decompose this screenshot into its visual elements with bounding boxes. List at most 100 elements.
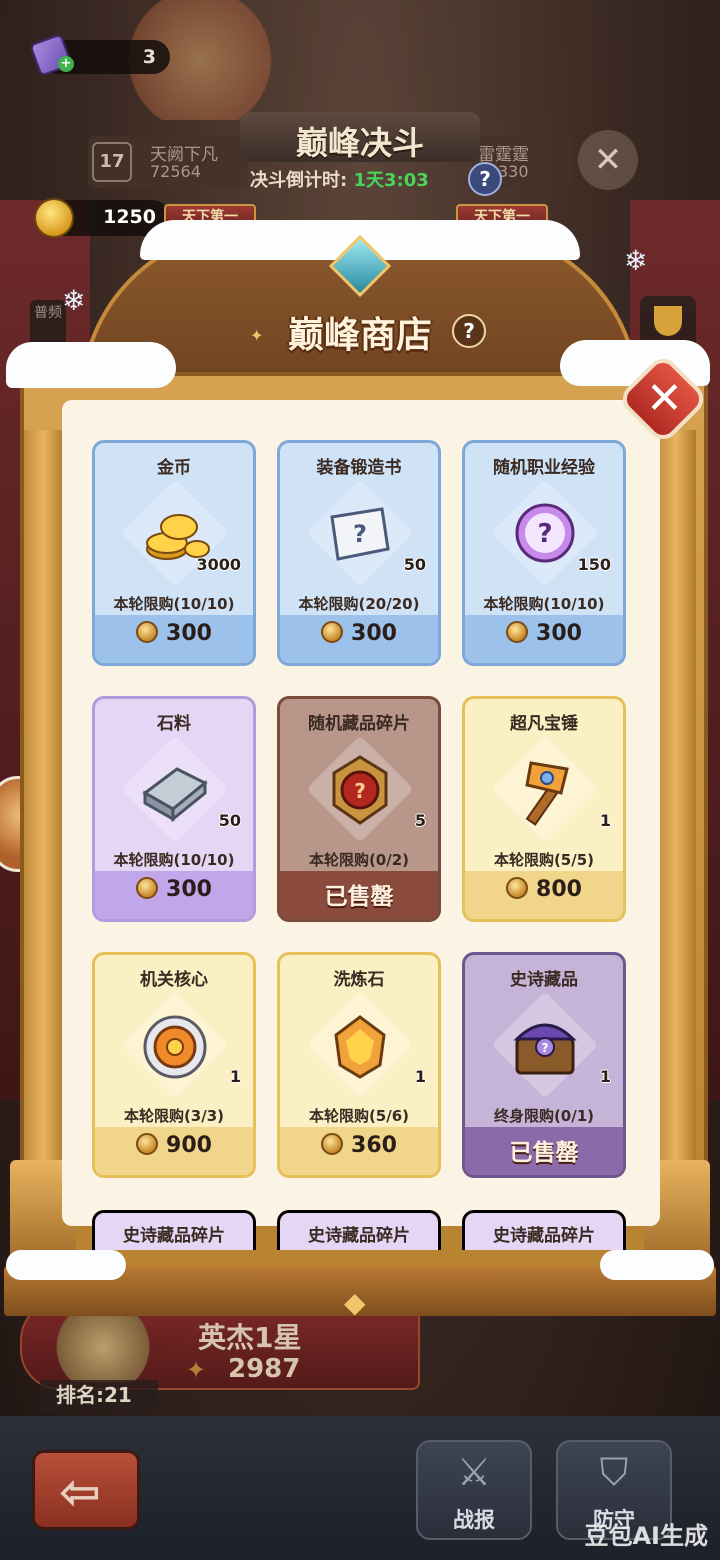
item-price: 800 [536,877,582,902]
medal-coin-icon [136,621,159,643]
back-button[interactable]: ⇦ [32,1450,140,1530]
medal-coin-icon [321,1133,344,1155]
purchase-limit: 本轮限购(5/5) [493,851,595,869]
shop-item-card[interactable]: 金币 3000 本轮限购(10/10) 300 [92,440,256,666]
help-icon[interactable]: ? [468,162,502,196]
purchase-limit: 本轮限购(5/6) [308,1107,410,1125]
item-quantity: 1 [229,1067,241,1086]
svg-text:?: ? [537,519,552,549]
hammer-icon [525,761,569,826]
snow-decoration [600,1250,714,1280]
shop-item-card[interactable]: 随机职业经验 ? 150 本轮限购(10/10) 300 [462,440,626,666]
sold-out-bar: 已售罄 [280,871,438,919]
back-arrow-icon: ⇦ [59,1463,101,1521]
purchase-limit: 本轮限购(3/3) [123,1107,225,1125]
refine-stone-icon [334,1015,386,1079]
treasure-chest-icon: ? [513,1023,577,1075]
purchase-limit: 终身限购(0/1) [493,1107,595,1125]
item-quantity: 1 [414,1067,426,1086]
item-name: 洗炼石 [333,970,385,990]
price-button[interactable]: 800 [465,871,623,919]
price-button[interactable]: 300 [465,615,623,663]
gear-core-icon [143,1015,207,1079]
item-quantity: 3000 [196,555,241,574]
price-row: 900 [95,1133,253,1158]
relic-fragment-icon: ? [332,755,388,825]
crossed-swords-icon[interactable]: ✕ [578,130,638,190]
item-quantity: 50 [218,811,241,830]
title-banner: 巅峰决斗 [240,112,480,162]
opponent-score: 72564 [150,162,201,181]
medal-coin-icon [136,1133,159,1155]
shop-item-card[interactable]: 石料 50 本轮限购(10/10) 300 [92,696,256,922]
medal-coin-icon [136,877,159,899]
shop-item-card[interactable]: 装备锻造书 ? 50 本轮限购(20/20) 300 [277,440,441,666]
item-name: 史诗藏品碎片 [123,1226,225,1246]
svg-text:?: ? [354,779,366,803]
price-button[interactable]: 300 [280,615,438,663]
snow-decoration [6,1250,126,1280]
tier-emblem-icon [48,1312,158,1382]
item-name: 金币 [157,458,191,478]
sold-out-bar: 已售罄 [465,1127,623,1175]
item-price: 300 [536,621,582,646]
shop-item-card-partial[interactable]: 史诗藏品碎片 [277,1210,441,1250]
tier-points: 2987 [228,1354,301,1384]
diamond-icon: ✦ [250,326,264,345]
item-price: 360 [351,1133,397,1158]
shop-title-wrap: 巅峰商店 [0,306,720,358]
watermark: 豆包AI生成 [584,1522,708,1550]
shop-item-card-partial[interactable]: 史诗藏品碎片 [462,1210,626,1250]
shop-item-card[interactable]: 超凡宝锤 1 本轮限购(5/5) 800 [462,696,626,922]
item-name: 超凡宝锤 [510,714,578,734]
item-price: 300 [166,877,212,902]
item-quantity: 1 [599,1067,611,1086]
item-quantity: 50 [403,555,426,574]
item-price: 300 [166,621,212,646]
price-button[interactable]: 900 [95,1127,253,1175]
add-icon[interactable]: + [58,56,74,72]
stone-bricks-icon [142,767,208,823]
pillar-right [656,430,696,1250]
opponent-card-left[interactable]: 17 天阙下凡 72564 [88,136,248,188]
purchase-limit: 本轮限购(20/20) [298,595,420,613]
item-name: 随机职业经验 [493,458,595,478]
price-row: 300 [95,877,253,902]
scroll-icon: ? [330,507,390,561]
purchase-limit: 本轮限购(10/10) [113,851,235,869]
item-quantity: 150 [577,555,611,574]
shop-item-card[interactable]: 机关核心 1 本轮限购(3/3) 900 [92,952,256,1178]
svg-text:?: ? [353,520,367,548]
shop-title: 巅峰商店 [287,315,432,356]
item-name: 随机藏品碎片 [308,714,410,734]
price-row: 300 [95,621,253,646]
item-name: 石料 [157,714,191,734]
shop-item-card-partial[interactable]: 史诗藏品碎片 [92,1210,256,1250]
battle-report-label: 战报 [453,1508,495,1532]
purchase-limit: 本轮限购(10/10) [483,595,605,613]
sold-out-label: 已售罄 [509,1140,579,1166]
snowflake-icon: ❄ [624,244,648,277]
shop-help-button[interactable]: ? [452,314,486,348]
shop-item-card[interactable]: 洗炼石 1 本轮限购(5/6) 360 [277,952,441,1178]
sold-out-label: 已售罄 [324,884,394,910]
trophy-coin-icon [34,198,74,238]
svg-text:?: ? [542,1041,549,1055]
shop-item-card[interactable]: 随机藏品碎片 ? 5 本轮限购(0/2) 已售罄 [277,696,441,922]
sword-icon: ⚔ [456,1450,492,1494]
price-button[interactable]: 300 [95,615,253,663]
battle-report-button[interactable]: ⚔ 战报 [416,1440,532,1540]
price-button[interactable]: 360 [280,1127,438,1175]
shop-item-card[interactable]: 史诗藏品 ? 1 终身限购(0/1) 已售罄 [462,952,626,1178]
diamond-icon: ◆ [344,1286,366,1319]
ticket-resource[interactable]: + 3 [29,33,170,77]
countdown-label: 决斗倒计时: [250,170,348,191]
countdown-value: 1天3:03 [353,170,429,191]
medal-coin-icon [506,877,529,899]
item-quantity: 1 [599,811,611,830]
purchase-limit: 本轮限购(0/2) [308,851,410,869]
price-row: 360 [280,1133,438,1158]
ticket-count: 3 [142,46,156,68]
close-icon: ✕ [645,373,683,424]
price-button[interactable]: 300 [95,871,253,919]
